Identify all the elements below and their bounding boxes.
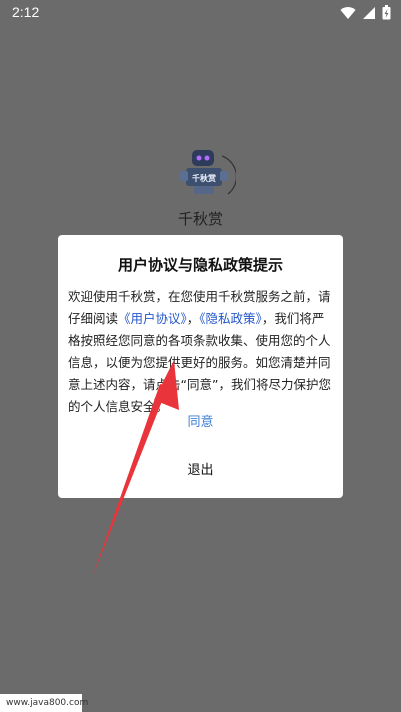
battery-icon <box>382 5 391 20</box>
app-logo-icon: 千秋赏 <box>180 150 236 195</box>
user-agreement-link[interactable]: 《用户协议》 <box>118 311 187 326</box>
agree-button[interactable]: 同意 <box>58 411 343 430</box>
dialog-body-text-2: ， <box>186 311 200 326</box>
status-icons <box>340 5 391 20</box>
app-logo-text: 千秋赏 <box>192 173 216 183</box>
privacy-dialog: 用户协议与隐私政策提示 欢迎使用千秋赏，在您使用千秋赏服务之前，请仔细阅读《用户… <box>58 235 343 498</box>
status-bar: 2:12 <box>0 0 401 26</box>
exit-button[interactable]: 退出 <box>58 459 343 478</box>
dialog-body: 欢迎使用千秋赏，在您使用千秋赏服务之前，请仔细阅读《用户协议》，《隐私政策》，我… <box>68 286 336 418</box>
app-name: 千秋赏 <box>177 210 223 228</box>
wifi-icon <box>340 6 356 19</box>
status-time: 2:12 <box>12 4 40 20</box>
watermark: www.java800.com <box>0 694 88 712</box>
privacy-policy-link[interactable]: 《隐私政策》 <box>199 311 262 326</box>
signal-icon <box>363 6 375 19</box>
dialog-body-text-3: ，我们将严格按照经您同意的各项条款收集、使用您的个人信息，以便为您提供更好的服务… <box>68 311 331 414</box>
dialog-title: 用户协议与隐私政策提示 <box>117 256 283 274</box>
